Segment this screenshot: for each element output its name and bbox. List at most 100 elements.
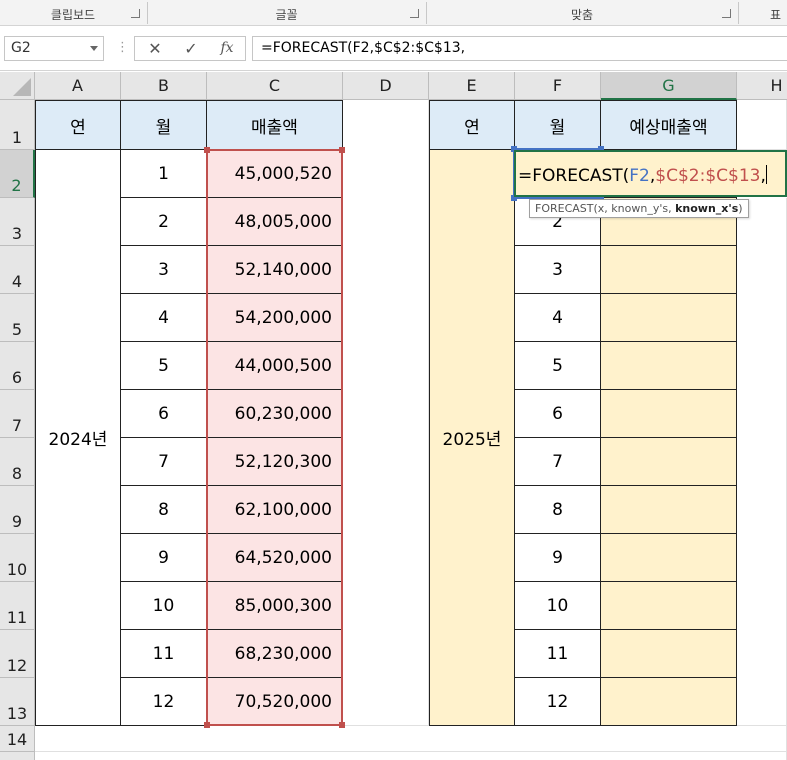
row-header-1[interactable]: 1 — [0, 100, 35, 150]
column-header-e[interactable]: E — [429, 72, 515, 100]
active-cell-editor[interactable]: =FORECAST(F2,$C$2:$C$13, — [514, 150, 787, 197]
row-header-8[interactable]: 8 — [0, 438, 35, 486]
dialog-launcher-icon[interactable] — [410, 9, 419, 18]
row-number: 8 — [11, 464, 23, 483]
month-cell[interactable]: 1 — [120, 149, 207, 198]
forecast-cell[interactable] — [600, 245, 737, 294]
header-sales-2024[interactable]: 매출액 — [206, 100, 343, 150]
header-month-2024[interactable]: 월 — [120, 100, 207, 150]
chevron-down-icon[interactable] — [90, 46, 98, 51]
row-header-12[interactable]: 12 — [0, 630, 35, 678]
column-header-g[interactable]: G — [601, 72, 737, 100]
row-header-9[interactable]: 9 — [0, 486, 35, 534]
month-cell[interactable]: 6 — [120, 389, 207, 438]
forecast-cell[interactable] — [600, 293, 737, 342]
forecast-cell[interactable] — [600, 485, 737, 534]
header-month-2025[interactable]: 월 — [514, 100, 601, 150]
sales-cell[interactable]: 60,230,000 — [206, 389, 343, 438]
row-header-11[interactable]: 11 — [0, 582, 35, 630]
sales-cell[interactable]: 54,200,000 — [206, 293, 343, 342]
row-header-10[interactable]: 10 — [0, 534, 35, 582]
formula-buttons: ✕ ✓ fx — [134, 36, 246, 61]
header-year-2024[interactable]: 연 — [35, 100, 121, 150]
month-cell[interactable]: 12 — [514, 677, 601, 726]
month-cell[interactable]: 2 — [120, 197, 207, 246]
column-h-cells[interactable] — [737, 198, 787, 726]
row-header-6[interactable]: 6 — [0, 342, 35, 390]
month-cell[interactable]: 12 — [120, 677, 207, 726]
month-cell[interactable]: 4 — [514, 293, 601, 342]
column-header-b[interactable]: B — [121, 72, 207, 100]
enter-check-icon[interactable]: ✓ — [173, 37, 209, 60]
row-header-4[interactable]: 4 — [0, 246, 35, 294]
column-header-a[interactable]: A — [35, 72, 121, 100]
sales-cell[interactable]: 62,100,000 — [206, 485, 343, 534]
month-cell[interactable]: 5 — [514, 341, 601, 390]
forecast-cell[interactable] — [600, 341, 737, 390]
sales-cell[interactable]: 52,140,000 — [206, 245, 343, 294]
column-header-h[interactable]: H — [737, 72, 787, 100]
month-cell[interactable]: 6 — [514, 389, 601, 438]
sales-cell[interactable]: 52,120,300 — [206, 437, 343, 486]
cell-h1[interactable] — [737, 100, 787, 150]
month-cell[interactable]: 10 — [514, 581, 601, 630]
sales-cell[interactable]: 64,520,000 — [206, 533, 343, 582]
month-cell[interactable]: 11 — [514, 629, 601, 678]
header-forecast-2025[interactable]: 예상매출액 — [600, 100, 737, 150]
column-header-f[interactable]: F — [515, 72, 601, 100]
dialog-launcher-icon[interactable] — [131, 9, 140, 18]
formula-input[interactable]: =FORECAST(F2,$C$2:$C$13, — [252, 36, 787, 61]
month-cell[interactable]: 7 — [514, 437, 601, 486]
row-15-cells[interactable] — [35, 752, 787, 760]
forecast-cell[interactable] — [600, 677, 737, 726]
function-argument-tooltip[interactable]: FORECAST(x, known_y's, known_x's) — [529, 199, 749, 218]
ribbon-group-clipboard: 클립보드 — [0, 0, 146, 26]
month-cell[interactable]: 11 — [120, 629, 207, 678]
insert-function-icon[interactable]: fx — [209, 37, 245, 60]
select-all-corner[interactable] — [0, 72, 35, 100]
row-header-13[interactable]: 13 — [0, 678, 35, 726]
month-cell[interactable]: 9 — [514, 533, 601, 582]
month-cell[interactable]: 4 — [120, 293, 207, 342]
month-cell[interactable]: 5 — [120, 341, 207, 390]
month-cell[interactable]: 8 — [120, 485, 207, 534]
month-cell[interactable]: 9 — [120, 533, 207, 582]
month-cell[interactable]: 7 — [120, 437, 207, 486]
dialog-launcher-icon[interactable] — [722, 9, 731, 18]
month-cell[interactable]: 10 — [120, 581, 207, 630]
row-header-14[interactable]: 14 — [0, 726, 35, 752]
row-header-3[interactable]: 3 — [0, 198, 35, 246]
column-header-c[interactable]: C — [207, 72, 343, 100]
sales-cell[interactable]: 44,000,500 — [206, 341, 343, 390]
header-year-2025[interactable]: 연 — [429, 100, 515, 150]
column-d-cells[interactable] — [343, 100, 429, 726]
more-options-icon[interactable]: ⋮ — [116, 40, 129, 55]
row-header-5[interactable]: 5 — [0, 294, 35, 342]
sales-cell[interactable]: 48,005,000 — [206, 197, 343, 246]
forecast-cell[interactable] — [600, 437, 737, 486]
name-box[interactable]: G2 — [4, 36, 104, 61]
sales-cell[interactable]: 85,000,300 — [206, 581, 343, 630]
ribbon-group-labels: 클립보드 글꼴 맞춤 표 — [0, 0, 787, 26]
sales-cell[interactable]: 45,000,520 — [206, 149, 343, 198]
column-header-d[interactable]: D — [343, 72, 429, 100]
forecast-cell[interactable] — [600, 533, 737, 582]
row-header-7[interactable]: 7 — [0, 390, 35, 438]
forecast-cell[interactable] — [600, 581, 737, 630]
month-cell[interactable]: 3 — [514, 245, 601, 294]
forecast-cell[interactable] — [600, 629, 737, 678]
month-cell[interactable]: 3 — [120, 245, 207, 294]
forecast-cell[interactable] — [600, 389, 737, 438]
tooltip-text: FORECAST(x, known_y's, — [535, 202, 676, 215]
sales-cell[interactable]: 68,230,000 — [206, 629, 343, 678]
row-14-cells[interactable] — [35, 726, 787, 752]
formula-ref-f2: F2 — [629, 166, 650, 186]
year-cell-2024[interactable]: 2024년 — [35, 149, 121, 726]
tooltip-suffix: ) — [738, 202, 743, 215]
row-header-15[interactable] — [0, 752, 35, 760]
cancel-icon[interactable]: ✕ — [137, 37, 173, 60]
month-cell[interactable]: 8 — [514, 485, 601, 534]
year-cell-2025[interactable]: 2025년 — [429, 149, 515, 726]
sales-cell[interactable]: 70,520,000 — [206, 677, 343, 726]
row-header-2[interactable]: 2 — [0, 150, 35, 198]
